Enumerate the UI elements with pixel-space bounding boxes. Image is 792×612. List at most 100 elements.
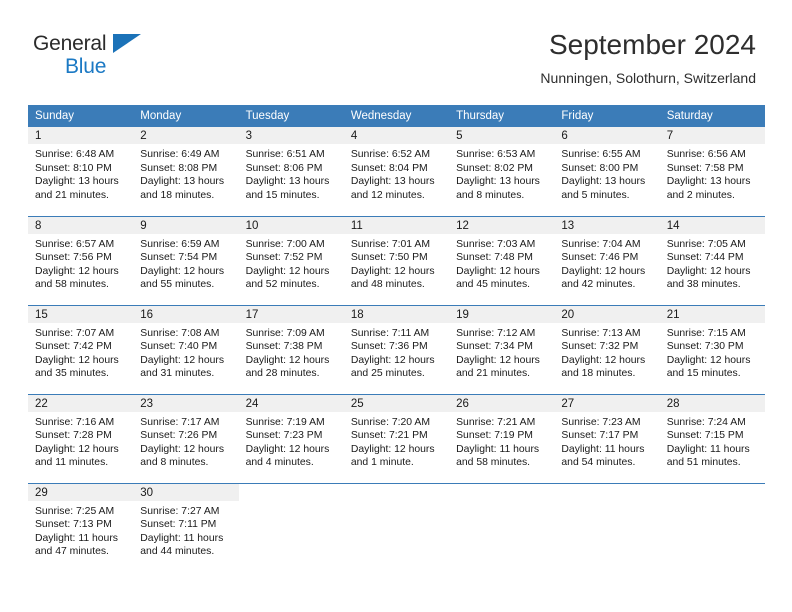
daylight-text-line1: Daylight: 12 hours [350, 443, 435, 455]
day-cell[interactable]: 25 Sunrise: 7:20 AM Sunset: 7:21 PM Dayligh… [343, 393, 450, 483]
calendar-body: 1 Sunrise: 6:48 AM Sunset: 8:10 PM Daylight… [28, 127, 765, 572]
daylight-text-line2: and 58 minutes. [456, 457, 531, 469]
day-cell[interactable]: 1 Sunrise: 6:48 AM Sunset: 8:10 PM Daylight… [28, 127, 134, 216]
day-cell-empty [659, 482, 765, 572]
page-subtitle: Nunningen, Solothurn, Switzerland [540, 70, 756, 86]
day-cell[interactable]: 4 Sunrise: 6:52 AM Sunset: 8:04 PM Daylight… [343, 127, 450, 216]
daylight-text-line1: Daylight: 13 hours [245, 176, 330, 188]
day-cell[interactable]: 11 Sunrise: 7:01 AM Sunset: 7:50 PM Dayligh… [343, 215, 450, 305]
day-number: 2 [133, 127, 239, 144]
day-cell[interactable]: 9 Sunrise: 6:59 AM Sunset: 7:54 PM Daylight… [133, 215, 239, 305]
day-number [344, 484, 449, 501]
day-number: 13 [554, 216, 660, 234]
day-cell[interactable]: 30 Sunrise: 7:27 AM Sunset: 7:11 PM Dayligh… [133, 482, 239, 572]
day-cell[interactable]: 3 Sunrise: 6:51 AM Sunset: 8:06 PM Daylight… [238, 127, 344, 216]
day-cell[interactable]: 13 Sunrise: 7:04 AM Sunset: 7:46 PM Dayligh… [554, 215, 660, 305]
day-cell[interactable]: 17 Sunrise: 7:09 AM Sunset: 7:38 PM Dayligh… [238, 304, 344, 394]
day-cell-empty [554, 482, 660, 572]
day-number: 7 [659, 127, 765, 144]
day-number: 6 [554, 127, 660, 144]
day-details: Sunrise: 7:27 AM Sunset: 7:11 PM Daylight:… [133, 501, 238, 559]
weekday-header-friday: Friday [554, 105, 660, 127]
day-number: 4 [343, 127, 450, 144]
day-cell[interactable]: 16 Sunrise: 7:08 AM Sunset: 7:40 PM Dayligh… [133, 304, 239, 394]
day-cell[interactable]: 22 Sunrise: 7:16 AM Sunset: 7:28 PM Dayligh… [28, 393, 134, 483]
generalblue-logo[interactable]: General Blue [33, 33, 163, 81]
day-number: 15 [28, 305, 134, 323]
day-number: 17 [238, 305, 344, 323]
sunset-text: Sunset: 7:50 PM [350, 252, 428, 264]
day-cell[interactable]: 18 Sunrise: 7:11 AM Sunset: 7:36 PM Dayligh… [343, 304, 450, 394]
day-cell[interactable]: 2 Sunrise: 6:49 AM Sunset: 8:08 PM Daylight… [133, 127, 239, 216]
day-cell[interactable]: 5 Sunrise: 6:53 AM Sunset: 8:02 PM Daylight… [449, 127, 555, 216]
day-cell[interactable]: 26 Sunrise: 7:21 AM Sunset: 7:19 PM Dayligh… [449, 393, 555, 483]
day-details: Sunrise: 6:49 AM Sunset: 8:08 PM Daylight:… [133, 144, 238, 202]
day-cell[interactable]: 8 Sunrise: 6:57 AM Sunset: 7:56 PM Daylight… [28, 215, 134, 305]
daylight-text-line2: and 12 minutes. [350, 189, 425, 201]
day-number: 5 [449, 127, 555, 144]
sunrise-text: Sunrise: 7:20 AM [350, 416, 430, 428]
day-details: Sunrise: 6:51 AM Sunset: 8:06 PM Daylight:… [239, 144, 344, 202]
day-details: Sunrise: 7:24 AM Sunset: 7:15 PM Daylight:… [660, 412, 765, 470]
title-block: September 2024 Nunningen, Solothurn, Swi… [540, 28, 756, 88]
sunset-text: Sunset: 8:02 PM [456, 162, 533, 174]
sunset-text: Sunset: 7:38 PM [245, 341, 323, 353]
sunset-text: Sunset: 8:06 PM [245, 162, 323, 174]
day-cell[interactable]: 7 Sunrise: 6:56 AM Sunset: 7:58 PM Daylight… [659, 127, 765, 216]
day-cell[interactable]: 19 Sunrise: 7:12 AM Sunset: 7:34 PM Dayligh… [449, 304, 555, 394]
day-cell[interactable]: 14 Sunrise: 7:05 AM Sunset: 7:44 PM Dayligh… [659, 215, 765, 305]
sunrise-text: Sunrise: 7:03 AM [456, 238, 536, 250]
sunrise-text: Sunrise: 7:05 AM [666, 238, 746, 250]
day-cell[interactable]: 28 Sunrise: 7:24 AM Sunset: 7:15 PM Dayligh… [659, 393, 765, 483]
day-number: 26 [449, 394, 555, 412]
day-details: Sunrise: 7:15 AM Sunset: 7:30 PM Daylight:… [660, 323, 765, 381]
sunrise-text: Sunrise: 7:12 AM [456, 327, 536, 339]
day-cell[interactable]: 6 Sunrise: 6:55 AM Sunset: 8:00 PM Daylight… [554, 127, 660, 216]
sunset-text: Sunset: 8:10 PM [35, 162, 112, 174]
daylight-text-line1: Daylight: 13 hours [35, 176, 119, 188]
sunrise-text: Sunrise: 6:53 AM [456, 149, 536, 160]
day-number: 25 [343, 394, 450, 412]
daylight-text-line1: Daylight: 12 hours [245, 443, 330, 455]
daylight-text-line1: Daylight: 12 hours [140, 265, 225, 277]
sunset-text: Sunset: 7:32 PM [561, 341, 639, 353]
daylight-text-line2: and 18 minutes. [140, 189, 215, 201]
day-cell-empty [343, 482, 450, 572]
weekday-header-monday: Monday [133, 105, 239, 127]
daylight-text-line2: and 47 minutes. [35, 546, 109, 558]
day-number: 30 [133, 483, 239, 501]
day-number: 14 [659, 216, 765, 234]
daylight-text-line1: Daylight: 12 hours [666, 265, 751, 277]
day-cell[interactable]: 23 Sunrise: 7:17 AM Sunset: 7:26 PM Dayligh… [133, 393, 239, 483]
sunrise-text: Sunrise: 6:52 AM [350, 149, 430, 160]
day-cell[interactable]: 29 Sunrise: 7:25 AM Sunset: 7:13 PM Dayligh… [28, 482, 134, 572]
daylight-text-line2: and 54 minutes. [561, 457, 636, 469]
day-details: Sunrise: 7:01 AM Sunset: 7:50 PM Daylight:… [344, 234, 449, 292]
day-details: Sunrise: 7:23 AM Sunset: 7:17 PM Daylight:… [554, 412, 659, 470]
day-details: Sunrise: 7:12 AM Sunset: 7:34 PM Daylight:… [449, 323, 554, 381]
sunset-text: Sunset: 7:23 PM [245, 430, 323, 442]
daylight-text-line2: and 4 minutes. [245, 457, 314, 469]
sunset-text: Sunset: 7:17 PM [561, 430, 639, 442]
day-cell[interactable]: 24 Sunrise: 7:19 AM Sunset: 7:23 PM Dayligh… [238, 393, 344, 483]
day-cell[interactable]: 10 Sunrise: 7:00 AM Sunset: 7:52 PM Dayligh… [238, 215, 344, 305]
day-details: Sunrise: 6:55 AM Sunset: 8:00 PM Daylight:… [554, 144, 659, 202]
daylight-text-line1: Daylight: 12 hours [140, 354, 225, 366]
week-row: 22 Sunrise: 7:16 AM Sunset: 7:28 PM Dayligh… [28, 393, 765, 483]
daylight-text-line1: Daylight: 13 hours [456, 176, 540, 188]
weekday-header-sunday: Sunday [28, 105, 134, 127]
sunrise-text: Sunrise: 7:15 AM [666, 327, 746, 339]
daylight-text-line1: Daylight: 12 hours [561, 354, 646, 366]
logo-text-general: General [33, 32, 107, 55]
day-cell[interactable]: 27 Sunrise: 7:23 AM Sunset: 7:17 PM Dayligh… [554, 393, 660, 483]
sunrise-text: Sunrise: 6:55 AM [561, 149, 641, 160]
page-title: September 2024 [548, 29, 756, 60]
day-cell[interactable]: 20 Sunrise: 7:13 AM Sunset: 7:32 PM Dayligh… [554, 304, 660, 394]
daylight-text-line2: and 1 minute. [350, 457, 414, 469]
day-cell[interactable]: 15 Sunrise: 7:07 AM Sunset: 7:42 PM Dayligh… [28, 304, 134, 394]
day-number [239, 484, 344, 501]
daylight-text-line2: and 35 minutes. [35, 368, 109, 380]
daylight-text-line1: Daylight: 11 hours [140, 532, 224, 544]
day-cell[interactable]: 21 Sunrise: 7:15 AM Sunset: 7:30 PM Dayligh… [659, 304, 765, 394]
day-cell[interactable]: 12 Sunrise: 7:03 AM Sunset: 7:48 PM Dayligh… [449, 215, 555, 305]
